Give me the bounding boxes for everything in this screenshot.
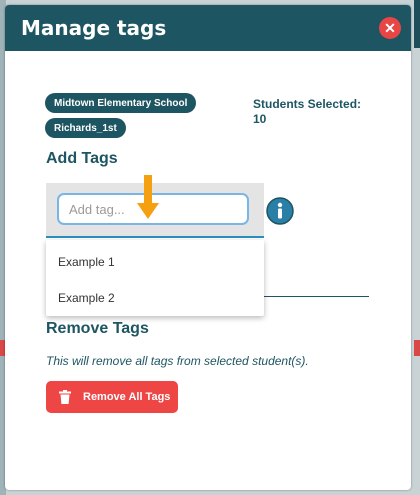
- background-red-marker: [414, 340, 420, 356]
- school-tag-badge: Midtown Elementary School: [45, 93, 197, 113]
- background-strip-right: [414, 0, 420, 495]
- remove-all-tags-label: Remove All Tags: [83, 391, 171, 403]
- modal-header: Manage tags ✕: [5, 5, 411, 51]
- dropdown-option[interactable]: Example 1: [46, 244, 264, 280]
- info-icon[interactable]: [266, 197, 294, 225]
- down-arrow-icon: [137, 175, 159, 219]
- remove-all-tags-button[interactable]: Remove All Tags: [46, 381, 178, 413]
- students-selected-count: 10: [253, 112, 267, 126]
- manage-tags-modal: Manage tags ✕ Midtown Elementary School …: [5, 5, 411, 490]
- background-header-strip: [414, 0, 420, 48]
- add-tags-heading: Add Tags: [46, 150, 118, 167]
- students-selected: Students Selected: 10: [253, 97, 361, 127]
- remove-tags-description: This will remove all tags from selected …: [46, 354, 309, 368]
- field-underline: [263, 296, 369, 297]
- dropdown-option[interactable]: Example 2: [46, 280, 264, 316]
- tag-suggestions-dropdown: Example 1 Example 2: [46, 240, 264, 316]
- close-button[interactable]: ✕: [379, 17, 401, 39]
- modal-title: Manage tags: [21, 16, 167, 40]
- students-selected-label: Students Selected:: [253, 97, 362, 111]
- trash-icon: [59, 390, 71, 404]
- class-tag-badge: Richards_1st: [45, 118, 126, 138]
- remove-tags-heading: Remove Tags: [46, 320, 149, 337]
